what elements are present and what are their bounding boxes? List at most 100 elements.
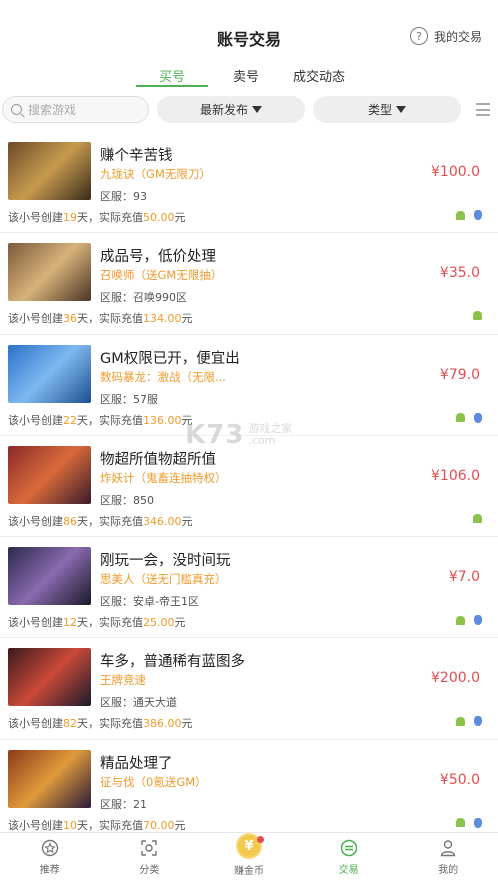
platform-icons	[456, 412, 482, 423]
listing-price: ¥7.0	[448, 569, 480, 586]
game-thumbnail	[8, 445, 91, 504]
nav-earn-coins-label: 赚金币	[233, 866, 264, 877]
notification-badge	[256, 836, 264, 843]
apple-icon	[474, 817, 482, 828]
listing-server: 区服：93	[100, 190, 147, 203]
sort-dropdown[interactable]: 最新发布	[157, 96, 305, 123]
listing-game: 数码暴龙：激战（无限...	[100, 369, 226, 384]
search-icon	[11, 104, 22, 115]
meta-days: 12	[63, 616, 77, 630]
game-thumbnail	[8, 142, 91, 200]
watermark: K73 游戏之家 .com	[185, 420, 292, 450]
meta-suffix: 元	[174, 616, 186, 630]
meta-days: 22	[63, 413, 77, 427]
meta-days: 36	[63, 312, 77, 326]
nav-trade-label: 交易	[338, 865, 359, 876]
profile-icon	[440, 840, 456, 857]
android-icon	[456, 716, 465, 726]
meta-mid: 天，实际充值	[77, 818, 143, 832]
watermark-logo: K73	[185, 420, 245, 450]
nav-earn-coins[interactable]: ¥ 赚金币	[199, 833, 299, 882]
platform-icons	[473, 311, 482, 321]
listing-title: 刚玩一会，没时间玩	[100, 553, 231, 570]
meta-suffix: 元	[181, 312, 193, 326]
search-input[interactable]	[28, 102, 138, 117]
listing-game: 炸妖计（鬼畜连抽特权）	[100, 470, 227, 485]
meta-recharge: 70.00	[143, 818, 175, 832]
meta-recharge: 25.00	[143, 616, 175, 630]
listing-price: ¥79.0	[439, 366, 480, 383]
android-icon	[473, 513, 482, 523]
watermark-domain: .com	[248, 434, 276, 447]
listing-item[interactable]: 车多，普通稀有蓝图多 王牌竞速 区服：通天大道 ¥200.0 该小号创建82天，实际充值…	[0, 638, 498, 740]
meta-mid: 天，实际充值	[77, 514, 143, 528]
listing-meta: 该小号创建36天，实际充值134.00元	[8, 310, 193, 326]
meta-mid: 天，实际充值	[77, 616, 143, 630]
listing-title: 赚个辛苦钱	[100, 148, 173, 164]
question-circle-icon: ?	[409, 27, 428, 45]
meta-suffix: 元	[181, 514, 193, 528]
header: 账号交易 ? 我的交易	[0, 0, 498, 60]
meta-recharge: 386.00	[143, 717, 182, 731]
caret-down-icon	[396, 106, 406, 113]
game-thumbnail	[8, 243, 91, 302]
listing-title: 物超所值物超所值	[100, 451, 216, 468]
android-icon	[456, 615, 465, 625]
listing-meta: 该小号创建19天，实际充值50.00元	[8, 209, 186, 225]
search-box[interactable]	[2, 96, 149, 123]
category-icon	[141, 840, 158, 856]
nav-profile-label: 我的	[438, 865, 459, 876]
android-icon	[473, 311, 482, 321]
listing-item[interactable]: 刚玩一会，没时间玩 思美人（送无门槛真充） 区服：安卓-帝王1区 ¥7.0 该小号创建1…	[0, 537, 498, 639]
list-view-icon[interactable]	[476, 103, 490, 116]
platform-icons	[473, 513, 482, 523]
recommend-icon	[41, 839, 58, 857]
nav-category-label: 分类	[139, 865, 160, 876]
meta-recharge: 134.00	[143, 312, 182, 326]
listing-meta: 该小号创建82天，实际充值386.00元	[8, 715, 193, 731]
listing-item[interactable]: 成品号，低价处理 召唤师（送GM无限抽） 区服：召唤990区 ¥35.0 该小号创建36…	[0, 233, 498, 335]
meta-prefix: 该小号创建	[8, 616, 63, 630]
meta-prefix: 该小号创建	[8, 413, 63, 427]
listing-server: 区服：召唤990区	[100, 291, 187, 305]
caret-down-icon	[252, 106, 262, 113]
listing-price: ¥50.0	[439, 771, 480, 788]
listing-server: 区服：850	[100, 493, 154, 507]
listing-server: 区服：21	[100, 797, 147, 811]
nav-category[interactable]: 分类	[100, 833, 200, 882]
listing-server: 区服：安卓-帝王1区	[100, 595, 199, 609]
listing-price: ¥200.0	[431, 670, 480, 687]
apple-icon	[474, 615, 482, 626]
listing-price: ¥106.0	[431, 467, 480, 484]
nav-trade[interactable]: 交易	[299, 833, 399, 882]
android-icon	[456, 210, 465, 220]
filter-bar: 最新发布 类型	[0, 96, 498, 124]
listing-item[interactable]: 赚个辛苦钱 九珑诀（GM无限刀） 区服：93 ¥100.0 该小号创建19天，实际充值5…	[0, 132, 498, 234]
meta-suffix: 元	[174, 211, 186, 224]
listing-item[interactable]: 精品处理了 征与伐（0氪送GM） 区服：21 ¥50.0 该小号创建10天，实际充值70…	[0, 740, 498, 842]
meta-suffix: 元	[174, 818, 186, 832]
my-trade-button[interactable]: ? 我的交易	[409, 27, 482, 45]
meta-recharge: 50.00	[143, 211, 175, 224]
meta-prefix: 该小号创建	[8, 514, 63, 528]
listing-item[interactable]: 物超所值物超所值 炸妖计（鬼畜连抽特权） 区服：850 ¥106.0 该小号创建86天，…	[0, 436, 498, 538]
type-dropdown[interactable]: 类型	[313, 96, 461, 123]
meta-mid: 天，实际充值	[77, 717, 143, 731]
nav-recommend[interactable]: 推荐	[0, 833, 100, 882]
listing-meta: 该小号创建10天，实际充值70.00元	[8, 817, 186, 833]
meta-prefix: 该小号创建	[8, 211, 63, 224]
tab-sell[interactable]: 卖号	[233, 66, 259, 85]
listing-title: 成品号，低价处理	[100, 249, 216, 266]
tab-deals[interactable]: 成交动态	[293, 66, 345, 85]
tab-buy[interactable]: 买号	[159, 66, 185, 85]
meta-suffix: 元	[181, 717, 193, 731]
listing-game: 思美人（送无门槛真充）	[100, 572, 227, 587]
platform-icons	[456, 716, 482, 727]
meta-days: 82	[63, 717, 77, 731]
nav-profile[interactable]: 我的	[398, 833, 498, 882]
meta-prefix: 该小号创建	[8, 717, 63, 731]
platform-icons	[456, 817, 482, 828]
listing-meta: 该小号创建86天，实际充值346.00元	[8, 513, 193, 529]
listing-price: ¥100.0	[431, 164, 480, 180]
sort-label: 最新发布	[199, 103, 248, 117]
